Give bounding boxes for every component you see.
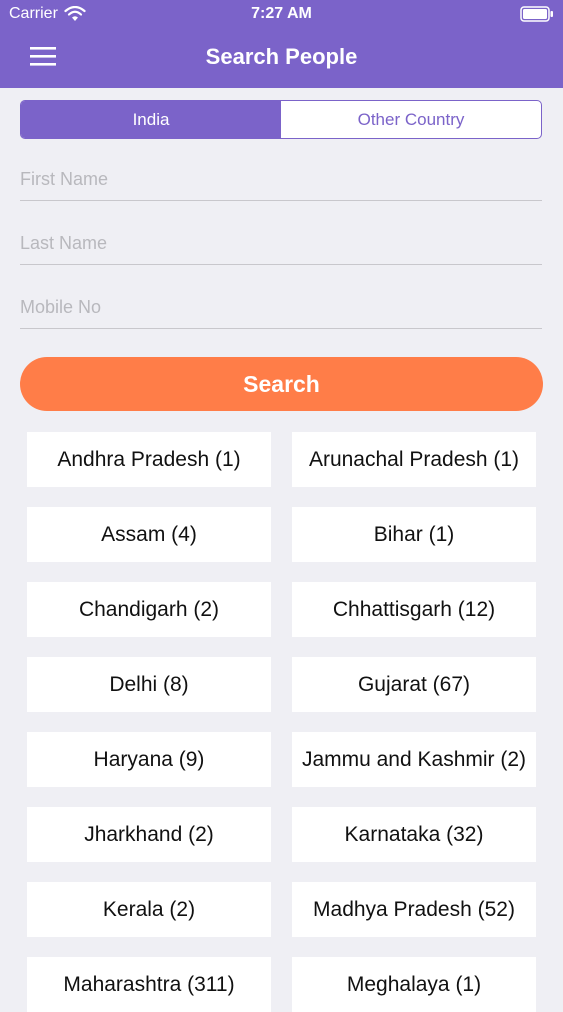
last-name-input[interactable] xyxy=(20,224,542,262)
state-label: Jammu and Kashmir (2) xyxy=(301,747,527,771)
state-button-karnataka[interactable]: Karnataka (32) xyxy=(292,807,536,862)
state-label: Madhya Pradesh (52) xyxy=(313,897,515,921)
state-label: Arunachal Pradesh (1) xyxy=(308,447,520,471)
state-label: Meghalaya (1) xyxy=(346,972,482,996)
state-button-madhya-pradesh[interactable]: Madhya Pradesh (52) xyxy=(292,882,536,937)
state-button-meghalaya[interactable]: Meghalaya (1) xyxy=(292,957,536,1012)
mobile-field xyxy=(20,288,542,329)
state-button-chhattisgarh[interactable]: Chhattisgarh (12) xyxy=(292,582,536,637)
first-name-input[interactable] xyxy=(20,160,542,198)
country-segmented-control: India Other Country xyxy=(20,100,542,139)
state-label: Maharashtra (311) xyxy=(63,972,235,996)
battery-icon xyxy=(520,6,553,22)
status-time: 7:27 AM xyxy=(251,5,312,22)
app-header: Carrier 7:27 AM Search People xyxy=(0,0,563,88)
page-title: Search People xyxy=(205,44,358,69)
state-label: Assam (4) xyxy=(101,522,197,546)
navigation-bar: Search People xyxy=(0,30,563,86)
first-name-field xyxy=(20,160,542,201)
state-button-haryana[interactable]: Haryana (9) xyxy=(27,732,271,787)
state-label: Delhi (8) xyxy=(109,672,189,696)
state-button-assam[interactable]: Assam (4) xyxy=(27,507,271,562)
mobile-input[interactable] xyxy=(20,288,542,326)
status-bar: Carrier 7:27 AM xyxy=(0,0,563,30)
state-button-arunachal-pradesh[interactable]: Arunachal Pradesh (1) xyxy=(292,432,536,487)
state-label: Gujarat (67) xyxy=(357,672,471,696)
state-button-maharashtra[interactable]: Maharashtra (311) xyxy=(27,957,271,1012)
state-button-bihar[interactable]: Bihar (1) xyxy=(292,507,536,562)
state-grid: Andhra Pradesh (1) Arunachal Pradesh (1)… xyxy=(27,432,537,1012)
state-button-kerala[interactable]: Kerala (2) xyxy=(27,882,271,937)
state-button-andhra-pradesh[interactable]: Andhra Pradesh (1) xyxy=(27,432,271,487)
state-button-delhi[interactable]: Delhi (8) xyxy=(27,657,271,712)
state-label: Chhattisgarh (12) xyxy=(332,597,496,621)
state-button-jharkhand[interactable]: Jharkhand (2) xyxy=(27,807,271,862)
state-label: Haryana (9) xyxy=(93,747,205,771)
search-button[interactable]: Search xyxy=(20,357,543,411)
state-label: Jharkhand (2) xyxy=(84,822,214,846)
state-label: Andhra Pradesh (1) xyxy=(57,447,241,471)
state-label: Chandigarh (2) xyxy=(78,597,220,621)
state-button-gujarat[interactable]: Gujarat (67) xyxy=(292,657,536,712)
tab-other-country[interactable]: Other Country xyxy=(281,101,541,138)
state-label: Kerala (2) xyxy=(102,897,196,921)
state-label: Karnataka (32) xyxy=(344,822,484,846)
last-name-field xyxy=(20,224,542,265)
state-button-jammu-and-kashmir[interactable]: Jammu and Kashmir (2) xyxy=(292,732,536,787)
state-button-chandigarh[interactable]: Chandigarh (2) xyxy=(27,582,271,637)
tab-india[interactable]: India xyxy=(21,101,281,138)
state-label: Bihar (1) xyxy=(373,522,455,546)
